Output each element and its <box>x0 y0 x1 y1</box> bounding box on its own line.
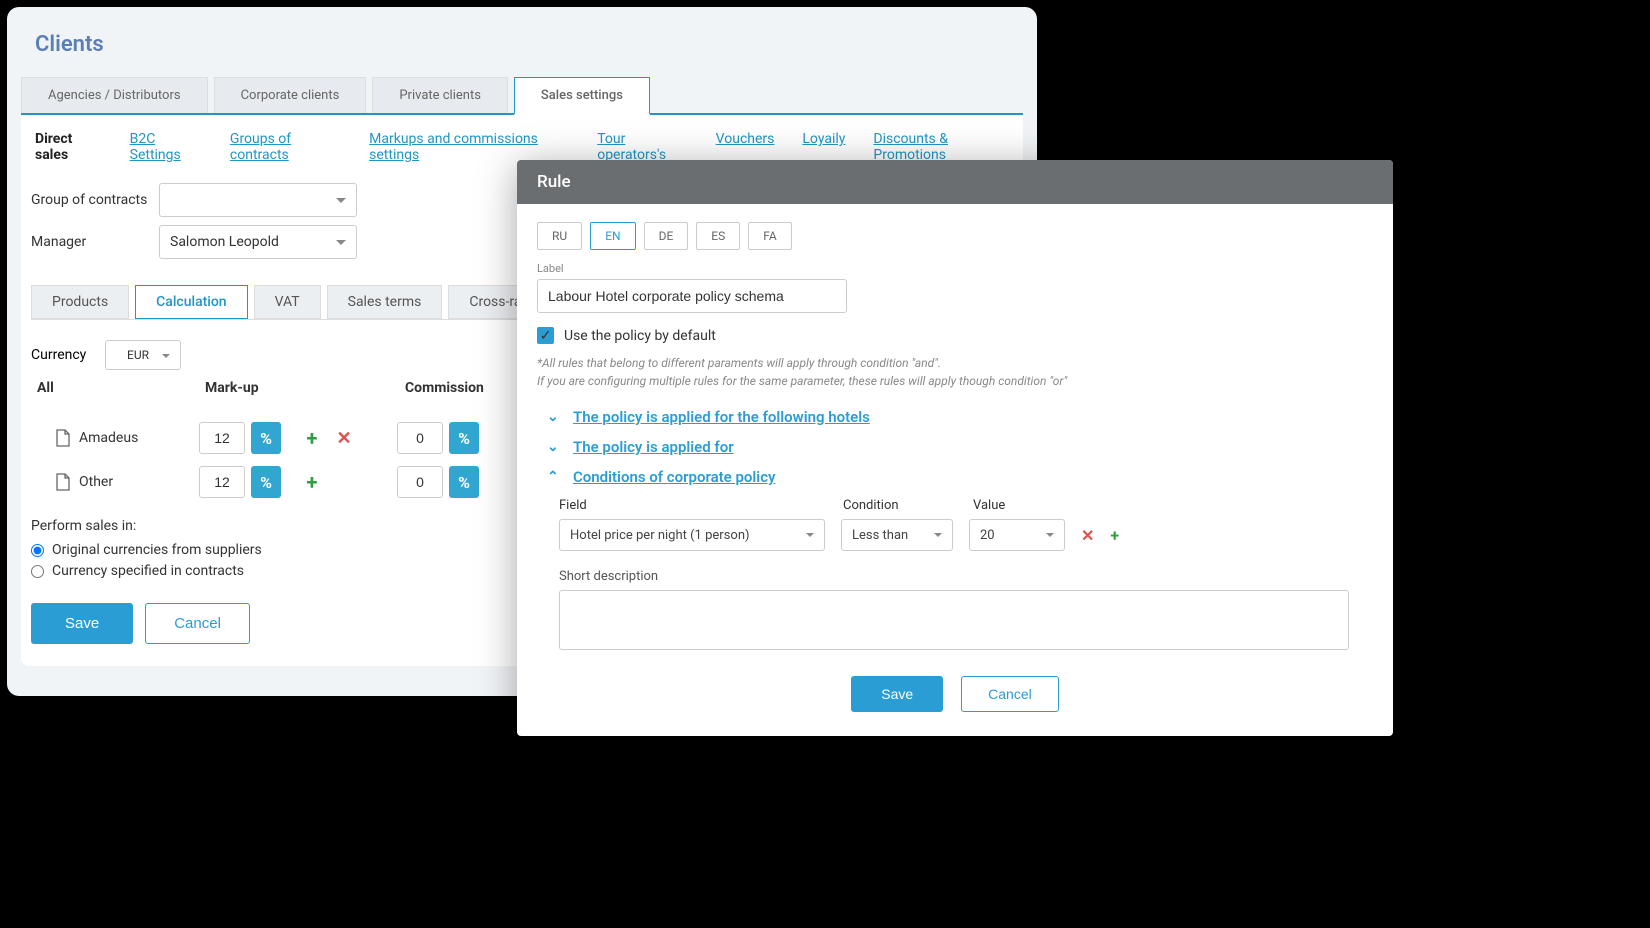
row-name: Other <box>79 474 199 490</box>
cond-field-header: Field <box>559 498 843 513</box>
radio-input[interactable] <box>31 565 44 578</box>
group-contracts-select[interactable] <box>159 183 357 217</box>
percent-icon[interactable]: % <box>251 466 281 498</box>
currency-label: Currency <box>31 347 105 363</box>
cond-condition-select[interactable]: Less than <box>841 519 953 551</box>
inner-tab-sales-terms[interactable]: Sales terms <box>327 285 443 319</box>
acc-applied-for[interactable]: The policy is applied for <box>573 438 734 456</box>
lang-fa[interactable]: FA <box>748 222 791 250</box>
label-field-label: Label <box>537 262 1373 275</box>
nav-discounts[interactable]: Discounts & Promotions <box>873 131 1009 163</box>
lang-es[interactable]: ES <box>696 222 740 250</box>
page-title: Clients <box>35 32 1037 57</box>
currency-select[interactable]: EUR <box>105 340 181 370</box>
short-desc-input[interactable] <box>559 590 1349 650</box>
nav-vouchers[interactable]: Vouchers <box>716 131 775 163</box>
nav-loyalty[interactable]: Loyaily <box>802 131 845 163</box>
nav-markups[interactable]: Markups and commissions settings <box>369 131 569 163</box>
use-default-checkbox[interactable]: ✓ <box>537 327 554 344</box>
cond-condition-header: Condition <box>843 498 973 513</box>
lang-ru[interactable]: RU <box>537 222 582 250</box>
commission-input[interactable] <box>397 466 443 498</box>
file-icon <box>55 429 71 447</box>
cond-value-select[interactable]: 20 <box>969 519 1065 551</box>
percent-icon[interactable]: % <box>251 422 281 454</box>
group-contracts-label: Group of contracts <box>31 192 159 208</box>
markup-input[interactable] <box>199 422 245 454</box>
inner-tab-vat[interactable]: VAT <box>254 285 321 319</box>
lang-en[interactable]: EN <box>590 222 635 250</box>
use-default-label: Use the policy by default <box>564 328 716 344</box>
nav-direct-sales[interactable]: Direct sales <box>35 131 102 163</box>
save-button[interactable]: Save <box>31 603 133 644</box>
acc-conditions[interactable]: Conditions of corporate policy <box>573 468 775 486</box>
radio-input[interactable] <box>31 544 44 557</box>
label-input[interactable] <box>537 279 847 313</box>
chevron-up-icon[interactable]: ⌃ <box>547 469 573 485</box>
inner-tab-products[interactable]: Products <box>31 285 129 319</box>
acc-hotels[interactable]: The policy is applied for the following … <box>573 408 870 426</box>
remove-icon[interactable]: ✕ <box>1081 526 1094 545</box>
short-desc-label: Short description <box>559 569 1373 584</box>
tab-corporate[interactable]: Corporate clients <box>214 77 367 113</box>
tab-sales-settings[interactable]: Sales settings <box>514 77 650 115</box>
nav-b2c[interactable]: B2C Settings <box>130 131 202 163</box>
remove-icon[interactable]: ✕ <box>335 429 353 447</box>
plus-icon[interactable]: + <box>1110 526 1119 545</box>
cond-value-header: Value <box>973 498 1083 513</box>
modal-cancel-button[interactable]: Cancel <box>961 676 1059 712</box>
col-markup: Mark-up <box>205 380 405 396</box>
commission-input[interactable] <box>397 422 443 454</box>
modal-title: Rule <box>517 160 1393 204</box>
plus-icon[interactable]: + <box>303 473 321 491</box>
plus-icon[interactable]: + <box>303 429 321 447</box>
row-name: Amadeus <box>79 430 199 446</box>
manager-label: Manager <box>31 234 159 250</box>
rule-modal: Rule RU EN DE ES FA Label ✓ Use the poli… <box>517 160 1393 736</box>
nav-groups-contracts[interactable]: Groups of contracts <box>230 131 341 163</box>
manager-select[interactable]: Salomon Leopold <box>159 225 357 259</box>
percent-icon[interactable]: % <box>449 466 479 498</box>
policy-note: *All rules that belong to different para… <box>537 354 1373 390</box>
percent-icon[interactable]: % <box>449 422 479 454</box>
col-all: All <box>31 380 205 396</box>
main-tabs: Agencies / Distributors Corporate client… <box>21 77 1023 115</box>
file-icon <box>55 473 71 491</box>
tab-private[interactable]: Private clients <box>372 77 508 113</box>
cond-field-select[interactable]: Hotel price per night (1 person) <box>559 519 825 551</box>
cancel-button[interactable]: Cancel <box>145 603 250 644</box>
tab-agencies[interactable]: Agencies / Distributors <box>21 77 208 113</box>
markup-input[interactable] <box>199 466 245 498</box>
chevron-down-icon[interactable]: ⌄ <box>547 409 573 425</box>
nav-tour-operators[interactable]: Tour operators's <box>597 131 687 163</box>
inner-tab-calculation[interactable]: Calculation <box>135 285 247 319</box>
language-tabs: RU EN DE ES FA <box>537 222 1373 250</box>
modal-save-button[interactable]: Save <box>851 676 943 712</box>
lang-de[interactable]: DE <box>644 222 689 250</box>
chevron-down-icon[interactable]: ⌄ <box>547 439 573 455</box>
